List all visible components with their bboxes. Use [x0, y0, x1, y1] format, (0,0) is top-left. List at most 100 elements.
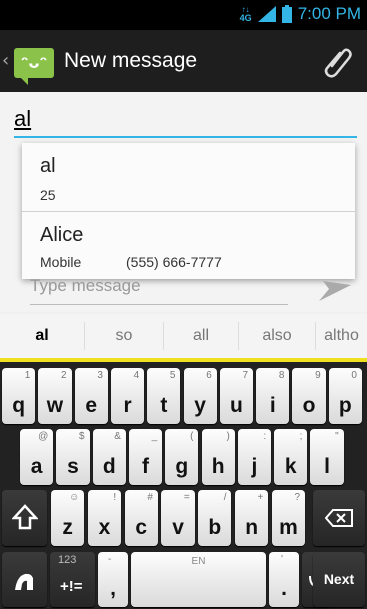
key-alt-label: 3	[97, 370, 103, 381]
period-key[interactable]: ' .	[269, 552, 299, 607]
key-label: b	[208, 516, 222, 539]
shift-key[interactable]	[2, 490, 47, 546]
key-q[interactable]: 1q	[2, 368, 36, 424]
key-y[interactable]: 6y	[183, 368, 217, 424]
word-suggestion[interactable]: al	[0, 314, 84, 358]
key-label: g	[175, 455, 189, 478]
key-alt-label: 8	[278, 370, 285, 381]
symbols-key[interactable]: 123 +!=	[50, 552, 95, 607]
key-b[interactable]: / b	[198, 490, 232, 546]
symbols-sub: +!=	[60, 578, 83, 595]
up-caret-icon[interactable]: ‹	[2, 50, 9, 71]
key-label: d	[102, 455, 116, 478]
recipient-input[interactable]: al	[14, 106, 357, 138]
messaging-smiley-icon[interactable]: ᵔᴗᵔ	[14, 48, 54, 85]
key-a[interactable]: @ a	[20, 429, 54, 485]
key-label: v	[172, 516, 184, 539]
shift-arrow-icon	[12, 504, 38, 530]
key-label: q	[12, 394, 26, 417]
backspace-icon	[325, 509, 353, 527]
key-e[interactable]: 3e	[74, 368, 108, 424]
key-label: n	[245, 516, 259, 539]
key-g[interactable]: (g	[165, 429, 199, 485]
key-label: x	[98, 516, 111, 539]
key-l[interactable]: " l	[310, 429, 344, 485]
contact-suggestions: al 25 Alice Mobile (555) 666-7777	[22, 143, 355, 279]
word-suggestion[interactable]: all	[164, 314, 238, 358]
key-label: h	[211, 455, 225, 478]
key-label: t	[160, 394, 168, 417]
message-input[interactable]: Type message	[30, 276, 288, 305]
next-key[interactable]: Next	[313, 552, 365, 607]
status-right: ↑↓ 4G 7:00 PM	[240, 4, 361, 24]
send-arrow-icon[interactable]	[319, 275, 351, 301]
backspace-key[interactable]	[313, 490, 365, 546]
language-label: EN	[191, 556, 206, 567]
symbols-label: 123	[58, 554, 77, 566]
space-key[interactable]: EN	[131, 552, 266, 607]
key-label: r	[123, 394, 132, 417]
comma-label: ,	[110, 577, 116, 600]
swipe-gesture-key[interactable]	[2, 552, 47, 607]
suggestion-number: (555) 666-7777	[126, 254, 222, 270]
key-n[interactable]: + n	[235, 490, 269, 546]
suggestion-name: Alice	[40, 224, 84, 246]
key-j[interactable]: :j	[237, 429, 272, 485]
network-type: 4G	[239, 13, 252, 23]
key-r[interactable]: 4r	[110, 368, 145, 424]
key-h[interactable]: ) h	[201, 429, 235, 485]
suggestion-name: al	[40, 155, 56, 177]
key-alt-label: =	[183, 492, 190, 503]
key-label: e	[85, 394, 98, 417]
key-label: s	[67, 455, 79, 478]
word-suggestion[interactable]: also	[239, 314, 315, 358]
signal-icon	[257, 6, 276, 22]
key-alt-label: 9	[315, 370, 321, 381]
comma-alt: -	[108, 554, 112, 565]
key-alt-label: +	[257, 492, 264, 503]
key-alt-label: #	[147, 492, 153, 503]
swipe-gesture-icon	[15, 573, 33, 590]
key-s[interactable]: $ s	[56, 429, 90, 485]
key-z[interactable]: ☺ z	[51, 490, 85, 546]
key-k[interactable]: ; k	[274, 429, 308, 485]
key-c[interactable]: # c	[124, 490, 158, 546]
key-w[interactable]: 2w	[38, 368, 72, 424]
suggestion-item[interactable]: Alice Mobile (555) 666-7777	[22, 212, 355, 280]
key-label: j	[251, 455, 258, 478]
key-alt-label: @	[38, 431, 49, 442]
next-label: Next	[323, 571, 355, 587]
key-i[interactable]: 8i	[256, 368, 290, 424]
period-label: .	[281, 577, 287, 600]
key-f[interactable]: _ f	[128, 429, 163, 485]
key-alt-label: 4	[133, 370, 140, 381]
recipient-text: al	[14, 106, 32, 131]
key-x[interactable]: ! x	[87, 490, 122, 546]
suggestion-type: Mobile	[40, 254, 82, 270]
key-t[interactable]: 5t	[147, 368, 181, 424]
key-m[interactable]: ? m	[271, 490, 306, 546]
key-o[interactable]: 9o	[292, 368, 326, 424]
comma-key[interactable]: - ,	[98, 552, 128, 607]
key-alt-label: )	[226, 431, 230, 442]
key-label: u	[230, 394, 243, 417]
key-u[interactable]: 7u	[219, 368, 254, 424]
word-suggestion[interactable]: so	[85, 314, 163, 358]
suggestion-detail: 25	[40, 187, 56, 203]
key-d[interactable]: & d	[92, 429, 126, 485]
word-suggestion[interactable]: altho	[316, 314, 367, 358]
suggestion-item[interactable]: al 25	[22, 143, 355, 211]
page-title: New message	[64, 49, 198, 72]
key-alt-label: (	[190, 431, 194, 442]
key-p[interactable]: 0p	[328, 368, 362, 424]
paperclip-icon[interactable]	[323, 44, 353, 78]
key-v[interactable]: = v	[161, 490, 195, 546]
key-label: f	[142, 455, 150, 478]
period-alt: '	[281, 554, 283, 565]
key-alt-label: "	[335, 431, 339, 442]
key-label: o	[302, 394, 316, 417]
key-label: y	[194, 394, 206, 417]
key-label: z	[62, 516, 73, 539]
key-label: p	[338, 394, 352, 417]
key-label: w	[46, 394, 64, 417]
